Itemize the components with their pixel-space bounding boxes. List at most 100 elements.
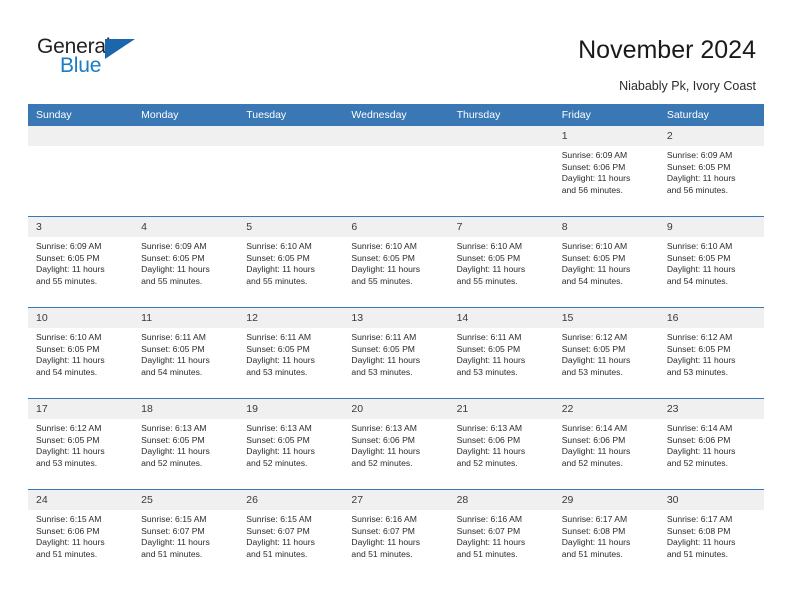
weekday-header-sunday: Sunday [28, 104, 134, 126]
sun-times: Sunrise: 6:13 AM Sunset: 6:05 PM Daylight:… [238, 419, 343, 469]
calendar-day-cell[interactable]: 16 Sunrise: 6:12 AM Sunset: 6:05 PM Dayligh… [658, 307, 764, 399]
day-cell-inner: 1 Sunrise: 6:09 AM Sunset: 6:06 PM Daylight… [553, 126, 659, 216]
daylight-text-line1: Daylight: 11 hours [246, 446, 315, 457]
day-number: 13 [343, 308, 449, 328]
daylight-text-line2: and 53 minutes. [561, 366, 623, 377]
calendar-cell-empty [448, 126, 554, 217]
sunrise-text: Sunrise: 6:11 AM [141, 332, 206, 342]
day-number: 17 [28, 399, 134, 419]
sun-times: Sunrise: 6:11 AM Sunset: 6:05 PM Daylight:… [343, 328, 448, 378]
sunset-text: Sunset: 6:05 PM [141, 343, 205, 354]
day-number: 2 [658, 126, 764, 146]
daylight-text-line1: Daylight: 11 hours [351, 355, 421, 366]
calendar-day-cell[interactable]: 15 Sunrise: 6:12 AM Sunset: 6:05 PM Dayligh… [553, 307, 659, 399]
daylight-text-line2: and 53 minutes. [36, 457, 98, 468]
calendar-day-cell[interactable]: 14 Sunrise: 6:11 AM Sunset: 6:05 PM Dayligh… [448, 307, 554, 399]
sun-times: Sunrise: 6:12 AM Sunset: 6:05 PM Daylight:… [28, 419, 133, 469]
sun-times: Sunrise: 6:09 AM Sunset: 6:06 PM Daylight:… [554, 146, 659, 196]
calendar-day-cell[interactable]: 11 Sunrise: 6:11 AM Sunset: 6:05 PM Dayligh… [133, 307, 239, 399]
calendar-day-cell[interactable]: 28 Sunrise: 6:16 AM Sunset: 6:07 PM Dayligh… [448, 489, 554, 580]
calendar-day-cell[interactable]: 13 Sunrise: 6:11 AM Sunset: 6:05 PM Dayligh… [343, 307, 449, 399]
daylight-text-line2: and 55 minutes. [351, 275, 413, 286]
sun-times: Sunrise: 6:15 AM Sunset: 6:06 PM Daylight:… [28, 510, 133, 560]
daylight-text-line1: Daylight: 11 hours [141, 537, 210, 548]
sunset-text: Sunset: 6:05 PM [141, 434, 205, 445]
calendar-day-cell[interactable]: 17 Sunrise: 6:12 AM Sunset: 6:05 PM Dayligh… [28, 398, 134, 490]
calendar-day-cell[interactable]: 4 Sunrise: 6:09 AM Sunset: 6:05 PM Daylight… [133, 216, 239, 308]
daylight-text-line1: Daylight: 11 hours [561, 537, 631, 548]
sunrise-text: Sunrise: 6:15 AM [246, 514, 312, 524]
sunrise-text: Sunrise: 6:11 AM [246, 332, 312, 342]
day-cell-inner: 21 Sunrise: 6:13 AM Sunset: 6:06 PM Dayligh… [448, 399, 554, 489]
daylight-text-line1: Daylight: 11 hours [351, 446, 421, 457]
day-cell-inner: 25 Sunrise: 6:15 AM Sunset: 6:07 PM Dayligh… [133, 490, 239, 580]
daylight-text-line2: and 52 minutes. [141, 457, 203, 468]
calendar-day-cell[interactable]: 25 Sunrise: 6:15 AM Sunset: 6:07 PM Dayligh… [133, 489, 239, 580]
calendar-week-row: 17 Sunrise: 6:12 AM Sunset: 6:05 PM Dayligh… [28, 398, 764, 490]
day-cell-inner: 7 Sunrise: 6:10 AM Sunset: 6:05 PM Daylight… [448, 217, 554, 307]
calendar-day-cell[interactable]: 20 Sunrise: 6:13 AM Sunset: 6:06 PM Dayligh… [343, 398, 449, 490]
sunrise-text: Sunrise: 6:14 AM [666, 423, 733, 433]
day-number: 12 [238, 308, 344, 328]
calendar-day-cell[interactable]: 19 Sunrise: 6:13 AM Sunset: 6:05 PM Dayligh… [238, 398, 344, 490]
daylight-text-line2: and 55 minutes. [36, 275, 98, 286]
sun-times: Sunrise: 6:10 AM Sunset: 6:05 PM Daylight:… [659, 237, 764, 287]
daylight-text-line1: Daylight: 11 hours [351, 264, 421, 275]
sunrise-text: Sunrise: 6:13 AM [456, 423, 523, 433]
day-number: 30 [658, 490, 764, 510]
sunset-text: Sunset: 6:05 PM [561, 343, 626, 354]
calendar-body: 1 Sunrise: 6:09 AM Sunset: 6:06 PM Daylight… [28, 126, 764, 580]
calendar-day-cell[interactable]: 18 Sunrise: 6:13 AM Sunset: 6:05 PM Dayligh… [133, 398, 239, 490]
calendar-cell-empty [28, 126, 134, 217]
day-number [343, 126, 449, 146]
calendar-day-cell[interactable]: 2 Sunrise: 6:09 AM Sunset: 6:05 PM Daylight… [658, 126, 764, 217]
daylight-text-line1: Daylight: 11 hours [36, 446, 105, 457]
sunset-text: Sunset: 6:05 PM [36, 343, 100, 354]
calendar-day-cell[interactable]: 24 Sunrise: 6:15 AM Sunset: 6:06 PM Dayligh… [28, 489, 134, 580]
calendar-day-cell[interactable]: 21 Sunrise: 6:13 AM Sunset: 6:06 PM Dayligh… [448, 398, 554, 490]
day-number: 4 [133, 217, 239, 237]
day-cell-inner: 28 Sunrise: 6:16 AM Sunset: 6:07 PM Dayligh… [448, 490, 554, 580]
calendar-day-cell[interactable]: 29 Sunrise: 6:17 AM Sunset: 6:08 PM Dayligh… [553, 489, 659, 580]
sun-times: Sunrise: 6:10 AM Sunset: 6:05 PM Daylight:… [449, 237, 554, 287]
sun-times: Sunrise: 6:11 AM Sunset: 6:05 PM Daylight:… [133, 328, 238, 378]
day-number: 18 [133, 399, 239, 419]
daylight-text-line2: and 52 minutes. [561, 457, 623, 468]
logo-text-blue: Blue [60, 54, 102, 77]
calendar-day-cell[interactable]: 30 Sunrise: 6:17 AM Sunset: 6:08 PM Dayligh… [658, 489, 764, 580]
daylight-text-line2: and 51 minutes. [666, 548, 728, 559]
daylight-text-line1: Daylight: 11 hours [456, 264, 526, 275]
general-blue-logo[interactable]: General Blue [37, 36, 157, 84]
sunset-text: Sunset: 6:05 PM [561, 252, 626, 263]
calendar-day-cell[interactable]: 1 Sunrise: 6:09 AM Sunset: 6:06 PM Daylight… [553, 126, 659, 217]
weekday-header-monday: Monday [133, 104, 239, 126]
sunset-text: Sunset: 6:07 PM [141, 525, 205, 536]
calendar-day-cell[interactable]: 7 Sunrise: 6:10 AM Sunset: 6:05 PM Daylight… [448, 216, 554, 308]
calendar-day-cell[interactable]: 23 Sunrise: 6:14 AM Sunset: 6:06 PM Dayligh… [658, 398, 764, 490]
sunset-text: Sunset: 6:08 PM [666, 525, 731, 536]
day-cell-inner: 30 Sunrise: 6:17 AM Sunset: 6:08 PM Dayligh… [658, 490, 764, 580]
weekday-header-friday: Friday [553, 104, 659, 126]
sunset-text: Sunset: 6:05 PM [36, 252, 100, 263]
sunrise-text: Sunrise: 6:10 AM [246, 241, 312, 251]
calendar-day-cell[interactable]: 10 Sunrise: 6:10 AM Sunset: 6:05 PM Dayligh… [28, 307, 134, 399]
sun-times: Sunrise: 6:10 AM Sunset: 6:05 PM Daylight:… [28, 328, 133, 378]
calendar-day-cell[interactable]: 6 Sunrise: 6:10 AM Sunset: 6:05 PM Daylight… [343, 216, 449, 308]
day-cell-inner: 11 Sunrise: 6:11 AM Sunset: 6:05 PM Dayligh… [133, 308, 239, 398]
calendar-day-cell[interactable]: 26 Sunrise: 6:15 AM Sunset: 6:07 PM Dayligh… [238, 489, 344, 580]
calendar-day-cell[interactable]: 3 Sunrise: 6:09 AM Sunset: 6:05 PM Daylight… [28, 216, 134, 308]
calendar-day-cell[interactable]: 12 Sunrise: 6:11 AM Sunset: 6:05 PM Dayligh… [238, 307, 344, 399]
calendar-day-cell[interactable]: 27 Sunrise: 6:16 AM Sunset: 6:07 PM Dayligh… [343, 489, 449, 580]
day-number: 27 [343, 490, 449, 510]
sunrise-text: Sunrise: 6:09 AM [666, 150, 733, 160]
sunrise-text: Sunrise: 6:15 AM [141, 514, 207, 524]
calendar-day-cell[interactable]: 9 Sunrise: 6:10 AM Sunset: 6:05 PM Daylight… [658, 216, 764, 308]
daylight-text-line2: and 51 minutes. [246, 548, 308, 559]
sunrise-text: Sunrise: 6:09 AM [561, 150, 628, 160]
day-number: 14 [448, 308, 554, 328]
calendar-day-cell[interactable]: 22 Sunrise: 6:14 AM Sunset: 6:06 PM Dayligh… [553, 398, 659, 490]
day-cell-inner: 23 Sunrise: 6:14 AM Sunset: 6:06 PM Dayligh… [658, 399, 764, 489]
day-cell-inner: 27 Sunrise: 6:16 AM Sunset: 6:07 PM Dayligh… [343, 490, 449, 580]
calendar-day-cell[interactable]: 8 Sunrise: 6:10 AM Sunset: 6:05 PM Daylight… [553, 216, 659, 308]
calendar-day-cell[interactable]: 5 Sunrise: 6:10 AM Sunset: 6:05 PM Daylight… [238, 216, 344, 308]
